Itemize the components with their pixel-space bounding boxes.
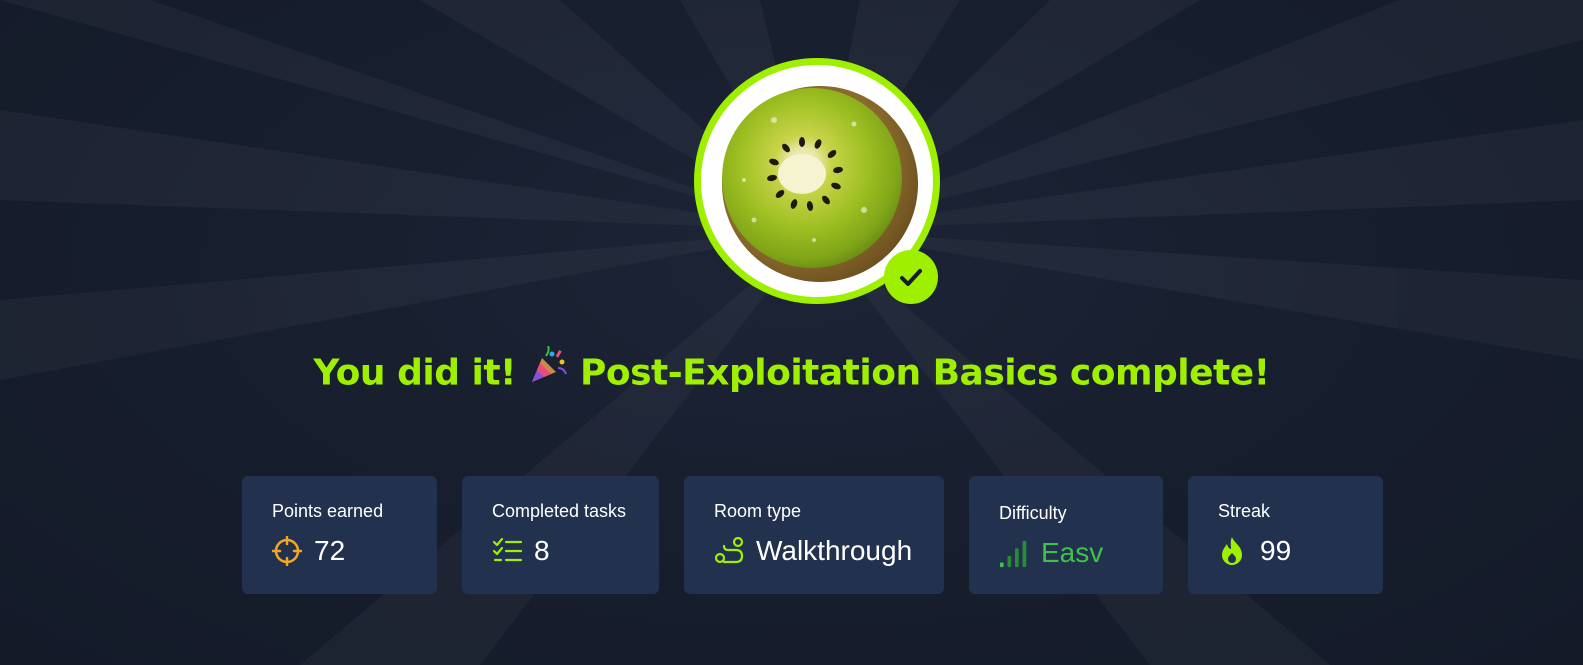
signal-bars-icon (999, 537, 1031, 569)
title-prefix: You did it! (313, 352, 516, 394)
title-suffix: Post-Exploitation Basics complete! (579, 352, 1270, 394)
crosshair-icon (272, 535, 304, 567)
path-icon (714, 535, 746, 567)
difficulty-label: Difficulty (999, 503, 1067, 523)
streak-card: Streak 99 (1188, 476, 1383, 594)
difficulty-card: Difficulty Easv (969, 476, 1163, 594)
stats-cards: Points earned 72 Completed tasks 8 Room … (0, 476, 1583, 594)
room-type-label: Room type (714, 501, 802, 521)
party-popper-icon (528, 345, 568, 395)
completion-screen: You did it! Post-Exploitation Basics com… (0, 0, 1583, 665)
check-icon (900, 269, 922, 286)
streak-value: 99 (1260, 535, 1292, 566)
kiwi-badge-image (722, 86, 918, 282)
room-type-card: Room type Walkthrough (684, 476, 944, 594)
checklist-icon (492, 535, 524, 567)
room-badge (694, 58, 944, 308)
tasks-card: Completed tasks 8 (462, 476, 659, 594)
tasks-value: 8 (534, 535, 550, 566)
completed-check-badge (884, 250, 938, 304)
points-card: Points earned 72 (242, 476, 437, 594)
flame-icon (1218, 535, 1250, 567)
points-value: 72 (314, 535, 346, 566)
room-type-value: Walkthrough (756, 535, 913, 566)
difficulty-value: Easv (1041, 537, 1104, 568)
streak-label: Streak (1218, 501, 1271, 521)
tasks-label: Completed tasks (492, 501, 627, 521)
completion-title: You did it! Post-Exploitation Basics com… (0, 345, 1583, 399)
points-label: Points earned (272, 501, 384, 521)
